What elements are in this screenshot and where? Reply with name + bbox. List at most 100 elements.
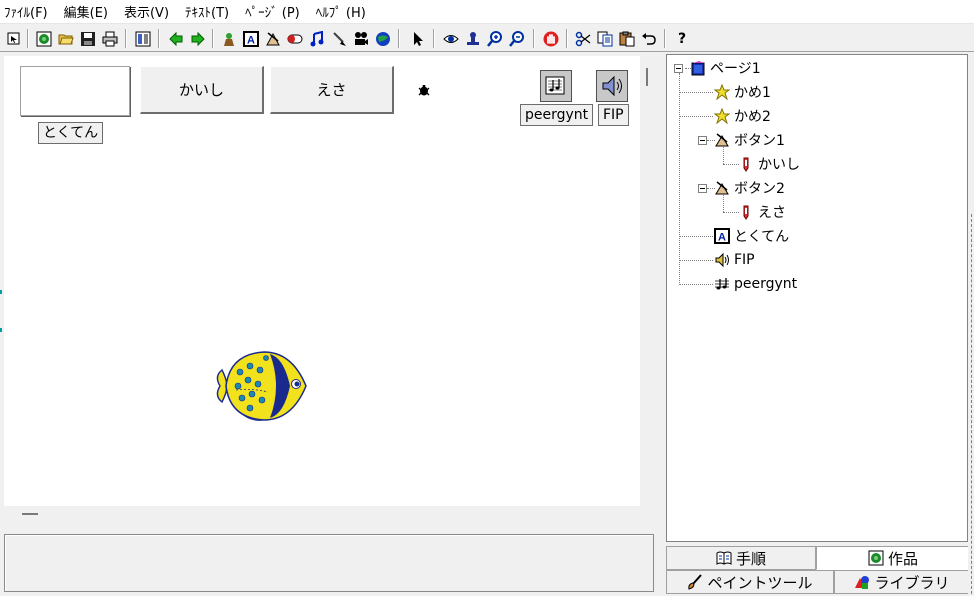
button-icon — [713, 179, 731, 197]
tree-expander-button2[interactable] — [698, 184, 707, 193]
tab-paint-tool[interactable]: ペイントツール — [666, 570, 834, 594]
menu-page[interactable]: ﾍﾟｰｼﾞ (P) — [245, 2, 300, 21]
music-object-label[interactable]: peergynt — [520, 104, 594, 126]
tab-library-label: ライブラリ — [874, 573, 950, 592]
sound-object-label[interactable]: FIP — [598, 104, 629, 126]
print-icon[interactable] — [100, 28, 120, 49]
zoom-in-icon[interactable] — [485, 28, 505, 49]
menu-edit[interactable]: 編集(E) — [64, 2, 108, 21]
action-icon — [737, 203, 755, 221]
message-panel[interactable] — [4, 534, 654, 592]
layout-icon[interactable] — [133, 28, 153, 49]
shapes-icon — [855, 576, 870, 589]
select-arrow-icon[interactable] — [4, 28, 24, 49]
menu-file[interactable]: ﾌｧｲﾙ(F) — [4, 2, 48, 21]
score-display-box[interactable] — [20, 66, 130, 116]
text-icon: A — [713, 227, 731, 245]
sound-object-icon[interactable] — [596, 70, 628, 102]
help-label: ? — [677, 30, 687, 47]
tree-item-kaishi[interactable]: かいし — [737, 153, 800, 175]
next-page-icon[interactable] — [188, 28, 208, 49]
stage-horizontal-scroll-handle[interactable] — [22, 513, 38, 515]
stage-frame: かいし えさ とくてん peergynt FIP — [0, 52, 658, 532]
undo-icon[interactable] — [639, 28, 659, 49]
prev-page-icon[interactable] — [166, 28, 186, 49]
stage-vertical-scrollbar[interactable] — [640, 56, 654, 506]
movie-icon[interactable] — [351, 28, 371, 49]
tab-steps[interactable]: 手順 — [666, 546, 816, 570]
panel-splitter[interactable] — [658, 52, 664, 596]
svg-text:A: A — [247, 34, 255, 46]
music-object-icon[interactable] — [540, 70, 572, 102]
tree-item-button2[interactable]: ボタン2 — [713, 177, 785, 199]
tree-item-label: かめ1 — [734, 85, 771, 101]
feed-button[interactable]: えさ — [270, 66, 394, 114]
stage-canvas[interactable]: かいし えさ とくてん peergynt FIP — [4, 56, 640, 506]
menu-help[interactable]: ﾍﾙﾌﾟ (H) — [316, 2, 366, 21]
tree-item-peergynt[interactable]: peergynt — [713, 273, 797, 295]
svg-text:A: A — [718, 232, 726, 244]
score-label[interactable]: とくてん — [38, 122, 104, 144]
eye-icon[interactable] — [441, 28, 461, 49]
tree-item-label: ボタン1 — [734, 133, 785, 149]
tree-item-label: ボタン2 — [734, 181, 785, 197]
tree-item-fip[interactable]: FIP — [713, 249, 755, 271]
tree-item-label: えさ — [758, 205, 786, 221]
book-icon — [716, 551, 732, 565]
paintbrush-icon — [688, 574, 703, 590]
toolbar: A ? — [0, 26, 974, 52]
turtle-sprite[interactable] — [418, 85, 430, 97]
pointer-icon[interactable] — [408, 28, 428, 49]
panel-tabs: 手順 作品 ペイントツール ライブラリ — [664, 544, 974, 596]
globe-icon[interactable] — [373, 28, 393, 49]
works-icon — [868, 550, 884, 566]
tree-item-label: かいし — [758, 157, 800, 173]
character-icon — [713, 83, 731, 101]
stop-hand-icon[interactable] — [541, 28, 561, 49]
tab-paint-tool-label: ペイントツール — [707, 573, 813, 592]
tree-expander-button1[interactable] — [698, 136, 707, 145]
action-icon — [737, 155, 755, 173]
button-icon — [713, 131, 731, 149]
start-button[interactable]: かいし — [140, 66, 264, 114]
tree-expander-page1[interactable] — [674, 64, 683, 73]
copy-icon[interactable] — [595, 28, 615, 49]
music-icon[interactable] — [307, 28, 327, 49]
paste-icon[interactable] — [617, 28, 637, 49]
fish-sprite[interactable] — [212, 348, 312, 424]
help-icon[interactable]: ? — [672, 28, 692, 49]
button-icon[interactable] — [263, 28, 283, 49]
tree-item-button1[interactable]: ボタン1 — [713, 129, 785, 151]
tab-works[interactable]: 作品 — [816, 546, 970, 570]
tab-library[interactable]: ライブラリ — [834, 570, 970, 594]
capsule-icon[interactable] — [285, 28, 305, 49]
tree-item-label: peergynt — [734, 276, 798, 292]
preview-icon[interactable] — [34, 28, 54, 49]
tree-item-label: FIP — [734, 252, 755, 268]
tree-item-esa[interactable]: えさ — [737, 201, 786, 223]
tree-item-tokuten[interactable]: A とくてん — [713, 225, 789, 247]
menubar: ﾌｧｲﾙ(F) 編集(E) 表示(V) ﾃｷｽﾄ(T) ﾍﾟｰｼﾞ (P) ﾍﾙ… — [0, 0, 974, 24]
tree-item-kame1[interactable]: かめ1 — [713, 81, 771, 103]
save-icon[interactable] — [78, 28, 98, 49]
cut-icon[interactable] — [573, 28, 593, 49]
tree-item-page1[interactable]: ページ1 — [689, 57, 761, 79]
tree-item-kame2[interactable]: かめ2 — [713, 105, 771, 127]
app-window: ﾌｧｲﾙ(F) 編集(E) 表示(V) ﾃｷｽﾄ(T) ﾍﾟｰｼﾞ (P) ﾍﾙ… — [0, 0, 974, 596]
tree-item-label: とくてん — [734, 229, 790, 245]
left-edge-marks — [0, 290, 2, 340]
open-folder-icon[interactable] — [56, 28, 76, 49]
window-edge — [968, 54, 974, 596]
object-tree[interactable]: ページ1 かめ1 かめ2 ボタン1 かいし ボタン2 えさ A とくてん FIP… — [666, 54, 968, 542]
menu-text[interactable]: ﾃｷｽﾄ(T) — [185, 2, 229, 21]
brush-icon[interactable] — [329, 28, 349, 49]
character-icon[interactable] — [219, 28, 239, 49]
character-icon — [713, 107, 731, 125]
tab-steps-label: 手順 — [735, 549, 766, 568]
text-icon[interactable]: A — [241, 28, 261, 49]
sound-icon — [713, 251, 731, 269]
stamp-icon[interactable] — [463, 28, 483, 49]
zoom-out-icon[interactable] — [507, 28, 527, 49]
menu-view[interactable]: 表示(V) — [124, 2, 169, 21]
page-icon — [689, 59, 707, 77]
